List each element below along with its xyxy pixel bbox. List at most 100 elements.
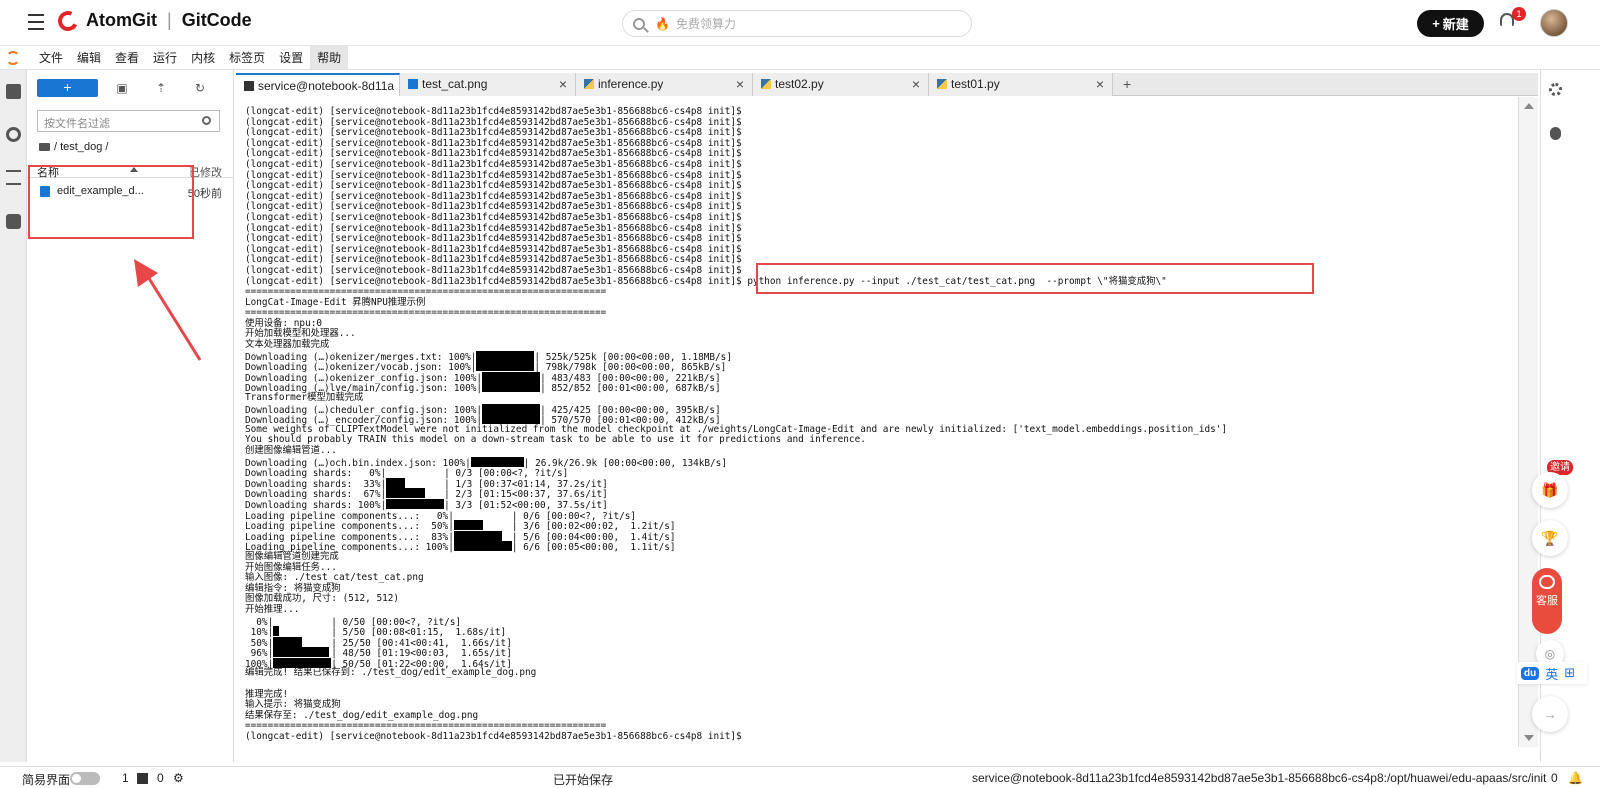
debugger-icon[interactable] (1550, 127, 1561, 140)
highlight-box-file (28, 165, 194, 239)
tab-inference-py[interactable]: inference.py × (576, 73, 753, 96)
highlight-box-command (756, 263, 1314, 294)
simple-mode-toggle[interactable] (70, 772, 100, 785)
tab-bar: service@notebook-8d11a2 test_cat.png × i… (236, 73, 1538, 96)
new-folder-icon[interactable]: ▣ (116, 82, 128, 94)
input-method-toolbar[interactable]: du 英 ⊞ (1517, 662, 1587, 684)
menu-run[interactable]: 运行 (146, 46, 184, 69)
customer-service-label: 客服 (1536, 595, 1558, 607)
property-inspector-icon[interactable] (1549, 83, 1562, 96)
menu-file[interactable]: 文件 (32, 46, 70, 69)
inference-progress-line: 0%| | 0/50 [00:00<?, ?it/s] (245, 616, 1227, 628)
upload-icon[interactable]: ⇡ (155, 82, 167, 94)
scroll-down-icon[interactable] (1524, 735, 1534, 741)
tab-label: inference.py (598, 77, 664, 91)
kernel-icon: ⚙ (173, 771, 184, 785)
brand-name: AtomGit (86, 10, 157, 30)
user-avatar[interactable] (1540, 9, 1568, 37)
inference-progress-line: 50%| | 25/50 [00:41<00:41, 1.66s/it] (245, 636, 1227, 648)
breadcrumb-path: / test_dog / (54, 141, 109, 153)
table-of-contents-icon[interactable] (6, 170, 21, 185)
progress-bar-fill (273, 626, 280, 637)
extension-manager-icon[interactable] (6, 214, 21, 229)
terminal-scrollbar[interactable] (1518, 97, 1538, 747)
terminal-prompt-line: (longcat-edit) [service@notebook-8d11a23… (245, 211, 742, 223)
terminal-output[interactable]: (longcat-edit) [service@notebook-8d11a23… (236, 97, 1526, 747)
tab-test02-py[interactable]: test02.py × (753, 73, 929, 96)
tab-label: test_cat.png (422, 77, 488, 91)
close-tab-icon[interactable]: × (912, 76, 920, 92)
menu-view[interactable]: 查看 (108, 46, 146, 69)
pipeline-progress-line: Loading pipeline components...: 83%| | 5/… (245, 530, 1227, 543)
tab-terminal[interactable]: service@notebook-8d11a2 (236, 73, 400, 96)
menu-settings[interactable]: 设置 (272, 46, 310, 69)
terminal-line: 图像编辑管道创建完成 (245, 550, 339, 562)
tab-test01-py[interactable]: test01.py × (929, 73, 1113, 96)
grid-icon[interactable]: ⊞ (1564, 665, 1575, 681)
menu-kernel[interactable]: 内核 (184, 46, 222, 69)
bell-icon[interactable]: 🔔 (1568, 771, 1583, 785)
search-icon (633, 17, 645, 30)
refresh-icon[interactable]: ↻ (194, 82, 206, 94)
scroll-up-icon[interactable] (1524, 103, 1534, 109)
breadcrumb[interactable]: / test_dog / (39, 141, 108, 153)
progress-bar-fill (482, 382, 541, 393)
pipeline-progress-line: Loading pipeline components...: 50%| | 3/… (245, 520, 1227, 532)
plus-icon: + (1432, 16, 1440, 31)
pipeline-progress-line: Loading pipeline components...: 100%| | 6… (245, 541, 1227, 554)
ime-language[interactable]: 英 (1545, 664, 1558, 683)
folder-icon (39, 143, 50, 151)
terminal-line: 文本处理器加载完成 (245, 339, 330, 351)
progress-bar-fill (482, 414, 541, 425)
new-launcher-button[interactable]: + (37, 79, 98, 97)
menu-help[interactable]: 帮助 (310, 46, 349, 69)
inference-progress-line: 10%| | 5/50 [00:08<01:15, 1.68s/it] (245, 626, 1227, 638)
close-tab-icon[interactable]: × (559, 76, 567, 92)
add-tab-icon[interactable]: + (1123, 76, 1131, 92)
hamburger-menu-icon[interactable] (28, 14, 44, 30)
progress-bar-fill (453, 541, 512, 552)
left-sidebar-rail (0, 70, 27, 762)
download-progress-line: Downloading (…)lve/main/config.json: 100… (245, 382, 1227, 395)
menu-tabs[interactable]: 标签页 (222, 46, 272, 69)
progress-bar-fill (273, 647, 330, 658)
global-search-input[interactable]: 🔥 免费领算力 (622, 10, 972, 37)
terminal-count: 1 (122, 771, 129, 785)
menu-edit[interactable]: 编辑 (70, 46, 108, 69)
progress-bar-fill (470, 456, 524, 467)
notification-button[interactable]: 1 (1500, 7, 1526, 31)
arrow-right-icon[interactable]: → (1532, 696, 1568, 732)
terminal-prompt-line: (longcat-edit) [service@notebook-8d11a23… (245, 106, 742, 117)
running-sessions-icon[interactable] (6, 127, 21, 142)
download-progress-line: Downloading (…)okenizer/merges.txt: 100%… (245, 350, 1227, 362)
trophy-icon[interactable]: 🏆 (1532, 520, 1568, 556)
terminal-line: 图像加载成功, 尺寸: (512, 512) (245, 593, 400, 605)
headset-icon (1539, 575, 1555, 589)
progress-bar-fill (273, 636, 303, 647)
atomgit-logo-icon (55, 7, 81, 34)
progress-stat: | 852/852 [00:01<00:00, 687kB/s] (540, 383, 721, 395)
file-browser-icon[interactable] (6, 84, 21, 99)
close-tab-icon[interactable]: × (736, 76, 744, 92)
download-progress-line: Downloading (…)okenizer/vocab.json: 100%… (245, 361, 1227, 373)
image-file-icon (408, 79, 418, 89)
progress-bar-fill (476, 350, 535, 361)
customer-service-button[interactable]: 客服 (1532, 568, 1562, 634)
terminal-line: 输入图像: ./test_cat/test_cat.png (245, 572, 424, 584)
close-tab-icon[interactable]: × (1096, 76, 1104, 92)
download-progress-line: Downloading (…)och.bin.index.json: 100%|… (245, 456, 1227, 468)
terminal-prompt-line: (longcat-edit) [service@notebook-8d11a23… (245, 731, 742, 743)
progress-stat: | 6/6 [00:05<00:00, 1.1it/s] (511, 542, 676, 554)
gift-icon[interactable]: 🎁 (1532, 472, 1568, 508)
product-name: GitCode (181, 10, 252, 30)
search-icon (202, 116, 211, 125)
shard-progress-line: Downloading shards: 67%| | 2/3 [01:15<00:… (245, 488, 1227, 500)
progress-bar-fill (482, 371, 541, 382)
terminal-line: 推理完成! (245, 688, 289, 700)
tab-test-cat-png[interactable]: test_cat.png × (400, 73, 576, 96)
tab-label: test02.py (775, 77, 824, 91)
terminal-prompt-line: (longcat-edit) [service@notebook-8d11a23… (245, 158, 742, 170)
new-button[interactable]: + 新建 (1417, 10, 1484, 37)
file-filter-input[interactable]: 按文件名过滤 (37, 110, 220, 132)
brand-logo[interactable]: AtomGit | GitCode (55, 7, 252, 34)
